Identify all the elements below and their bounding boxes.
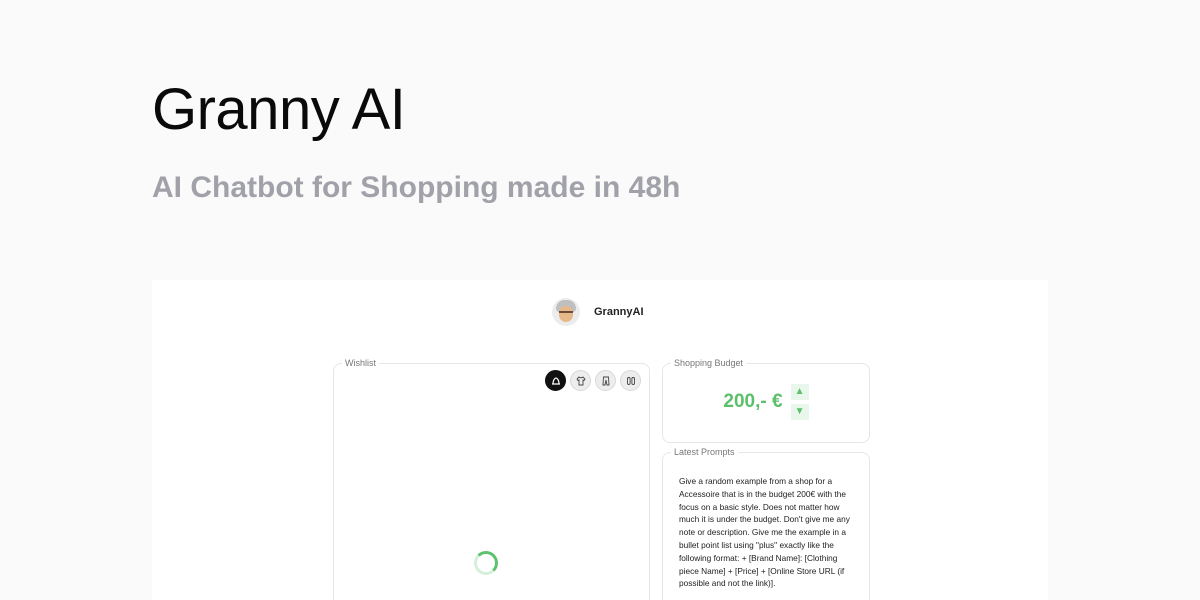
- granny-avatar: [552, 298, 580, 326]
- hat-icon: [551, 376, 560, 385]
- page-title: Granny AI: [152, 77, 406, 142]
- loading-spinner-icon: [474, 551, 498, 575]
- category-pants-button[interactable]: [595, 370, 616, 391]
- budget-increase-button[interactable]: ▲: [790, 384, 809, 400]
- wishlist-legend: Wishlist: [345, 358, 376, 368]
- pants-icon: [602, 376, 609, 385]
- app-header: GrannyAI: [552, 298, 644, 326]
- latest-prompts-panel: Latest Prompts Give a random example fro…: [662, 447, 870, 600]
- shoes-icon: [626, 376, 635, 385]
- prompt-text: Give a random example from a shop for a …: [679, 476, 850, 589]
- budget-stepper: ▲ ▼: [790, 384, 809, 420]
- category-selector: [545, 370, 641, 391]
- category-shoes-button[interactable]: [620, 370, 641, 391]
- tshirt-icon: [575, 375, 586, 385]
- app-name: GrannyAI: [594, 306, 644, 318]
- category-hat-button[interactable]: [545, 370, 566, 391]
- budget-legend: Shopping Budget: [674, 358, 744, 368]
- budget-value: 200,- €: [723, 391, 783, 412]
- budget-panel: Shopping Budget 200,- € ▲ ▼: [662, 358, 870, 443]
- budget-decrease-button[interactable]: ▼: [790, 404, 809, 420]
- page-subtitle: AI Chatbot for Shopping made in 48h: [152, 171, 681, 204]
- wishlist-panel: Wishlist: [333, 358, 650, 600]
- app-screenshot: GrannyAI Wishlist Shopping Budget 200,- …: [152, 280, 1048, 600]
- prompts-legend: Latest Prompts: [674, 447, 735, 457]
- category-tshirt-button[interactable]: [570, 370, 591, 391]
- budget-control: 200,- € ▲ ▼: [663, 384, 869, 420]
